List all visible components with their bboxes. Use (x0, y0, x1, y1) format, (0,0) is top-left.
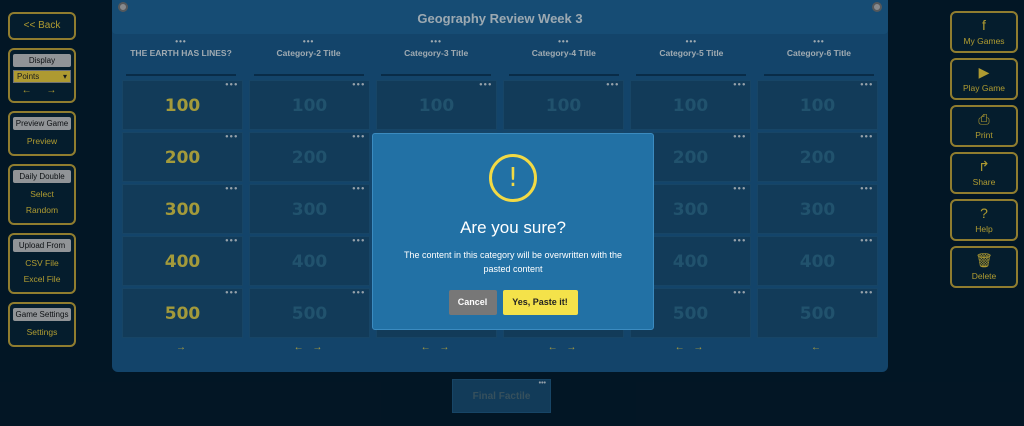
confirm-dialog: ! Are you sure? The content in this cate… (372, 133, 654, 330)
dialog-message: The content in this category will be ove… (403, 250, 623, 274)
dialog-actions: Cancel Yes, Paste it! (373, 290, 653, 315)
dialog-title: Are you sure? (460, 218, 566, 237)
cancel-button[interactable]: Cancel (448, 290, 497, 315)
confirm-paste-button[interactable]: Yes, Paste it! (502, 290, 578, 315)
warning-icon: ! (489, 154, 537, 202)
